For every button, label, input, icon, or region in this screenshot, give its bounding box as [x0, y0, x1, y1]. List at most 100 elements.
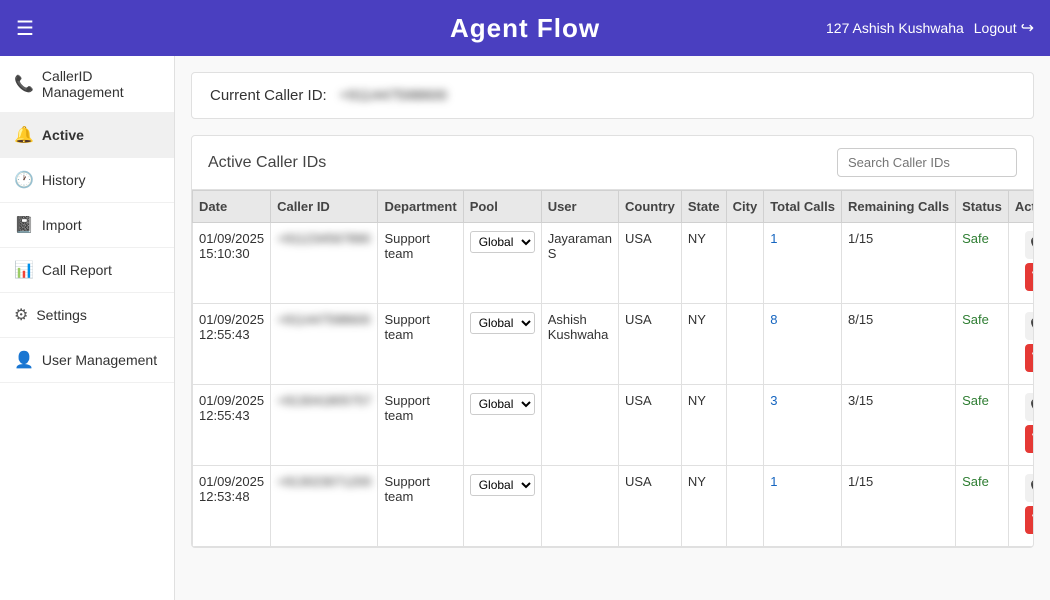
sidebar-item-caller-id-management[interactable]: 📞 CallerID Management	[0, 56, 174, 113]
cell-date: 01/09/2025 15:10:30	[193, 223, 271, 304]
sidebar-label-import: Import	[42, 217, 82, 233]
sidebar-label-settings: Settings	[36, 307, 87, 323]
cell-department: Support team	[378, 466, 463, 547]
cell-caller-id: +913041805757	[271, 385, 378, 466]
layout: 📞 CallerID Management 🔔 Active 🕐 History…	[0, 56, 1050, 600]
cell-user: Jayaraman S	[541, 223, 618, 304]
sidebar-item-import[interactable]: 📓 Import	[0, 203, 174, 248]
cell-actions: 📞 🗑	[1008, 304, 1034, 385]
cell-date: 01/09/2025 12:55:43	[193, 304, 271, 385]
call-button[interactable]: 📞	[1025, 312, 1034, 340]
cell-status: Safe	[956, 304, 1009, 385]
sidebar-item-active[interactable]: 🔔 Active	[0, 113, 174, 158]
table-header: Date Caller ID Department Pool User Coun…	[193, 191, 1035, 223]
user-info: 127 Ashish Kushwaha	[826, 20, 964, 36]
clock-icon: 🕐	[14, 170, 34, 190]
cell-caller-id: +911234567890	[271, 223, 378, 304]
pool-select[interactable]: Global Local	[470, 474, 535, 496]
col-pool: Pool	[463, 191, 541, 223]
cell-total-calls: 1	[764, 223, 842, 304]
cell-state: NY	[681, 466, 726, 547]
delete-button[interactable]: 🗑	[1025, 344, 1034, 372]
logout-icon: ↪	[1021, 18, 1034, 38]
caller-id-table: Date Caller ID Department Pool User Coun…	[192, 190, 1034, 547]
cell-total-calls: 3	[764, 385, 842, 466]
sidebar-label-history: History	[42, 172, 86, 188]
delete-button[interactable]: 🗑	[1025, 425, 1034, 453]
app-title: Agent Flow	[450, 13, 600, 44]
logout-button[interactable]: Logout ↪	[974, 18, 1034, 38]
call-button[interactable]: 📞	[1025, 231, 1034, 259]
col-remaining-calls: Remaining Calls	[841, 191, 955, 223]
gear-icon: ⚙	[14, 305, 28, 325]
col-caller-id: Caller ID	[271, 191, 378, 223]
sidebar-item-call-report[interactable]: 📊 Call Report	[0, 248, 174, 293]
delete-button[interactable]: 🗑	[1025, 506, 1034, 534]
cell-date: 01/09/2025 12:53:48	[193, 466, 271, 547]
cell-pool[interactable]: Global Local	[463, 466, 541, 547]
cell-user	[541, 466, 618, 547]
table-row: 01/09/2025 12:55:43 +913041805757 Suppor…	[193, 385, 1035, 466]
table-row: 01/09/2025 12:55:43 +911447598600 Suppor…	[193, 304, 1035, 385]
cell-user: Ashish Kushwaha	[541, 304, 618, 385]
header-right: 127 Ashish Kushwaha Logout ↪	[826, 18, 1034, 38]
sidebar-label-call-report: Call Report	[42, 262, 112, 278]
cell-status: Safe	[956, 223, 1009, 304]
cell-caller-id: +911447598600	[271, 304, 378, 385]
cell-department: Support team	[378, 304, 463, 385]
cell-remaining-calls: 3/15	[841, 385, 955, 466]
main-content: Current Caller ID: +911447598600 Active …	[175, 56, 1050, 600]
cell-remaining-calls: 1/15	[841, 466, 955, 547]
cell-state: NY	[681, 223, 726, 304]
col-country: Country	[619, 191, 682, 223]
cell-remaining-calls: 8/15	[841, 304, 955, 385]
phone-icon: 📞	[14, 74, 34, 94]
cell-actions: 📞 🗑	[1008, 466, 1034, 547]
search-input[interactable]	[837, 148, 1017, 177]
table-row: 01/09/2025 15:10:30 +911234567890 Suppor…	[193, 223, 1035, 304]
import-icon: 📓	[14, 215, 34, 235]
current-caller-id-box: Current Caller ID: +911447598600	[191, 72, 1034, 119]
table-section: Active Caller IDs Date Caller ID Departm…	[191, 135, 1034, 548]
cell-status: Safe	[956, 385, 1009, 466]
cell-city	[726, 385, 764, 466]
call-button[interactable]: 📞	[1025, 474, 1034, 502]
cell-country: USA	[619, 466, 682, 547]
delete-button[interactable]: 🗑	[1025, 263, 1034, 291]
pool-select[interactable]: Global Local	[470, 312, 535, 334]
menu-icon[interactable]: ☰	[16, 16, 34, 41]
cell-pool[interactable]: Global Local	[463, 304, 541, 385]
current-caller-id-label: Current Caller ID:	[210, 87, 327, 104]
col-total-calls: Total Calls	[764, 191, 842, 223]
cell-pool[interactable]: Global Local	[463, 223, 541, 304]
report-icon: 📊	[14, 260, 34, 280]
cell-department: Support team	[378, 223, 463, 304]
cell-country: USA	[619, 385, 682, 466]
cell-pool[interactable]: Global Local	[463, 385, 541, 466]
col-city: City	[726, 191, 764, 223]
table-header-row: Active Caller IDs	[192, 136, 1033, 190]
cell-state: NY	[681, 385, 726, 466]
sidebar: 📞 CallerID Management 🔔 Active 🕐 History…	[0, 56, 175, 600]
col-state: State	[681, 191, 726, 223]
cell-user	[541, 385, 618, 466]
cell-status: Safe	[956, 466, 1009, 547]
header: ☰ Agent Flow 127 Ashish Kushwaha Logout …	[0, 0, 1050, 56]
cell-city	[726, 466, 764, 547]
cell-department: Support team	[378, 385, 463, 466]
pool-select[interactable]: Global Local	[470, 393, 535, 415]
sidebar-item-history[interactable]: 🕐 History	[0, 158, 174, 203]
user-icon: 👤	[14, 350, 34, 370]
col-status: Status	[956, 191, 1009, 223]
pool-select[interactable]: Global Local	[470, 231, 535, 253]
table-title: Active Caller IDs	[208, 154, 326, 172]
cell-date: 01/09/2025 12:55:43	[193, 385, 271, 466]
cell-city	[726, 304, 764, 385]
col-actions: Actions	[1008, 191, 1034, 223]
table-row: 01/09/2025 12:53:48 +913023071200 Suppor…	[193, 466, 1035, 547]
sidebar-item-settings[interactable]: ⚙ Settings	[0, 293, 174, 338]
sidebar-item-user-management[interactable]: 👤 User Management	[0, 338, 174, 383]
call-button[interactable]: 📞	[1025, 393, 1034, 421]
current-caller-id-value: +911447598600	[339, 87, 447, 104]
cell-country: USA	[619, 223, 682, 304]
